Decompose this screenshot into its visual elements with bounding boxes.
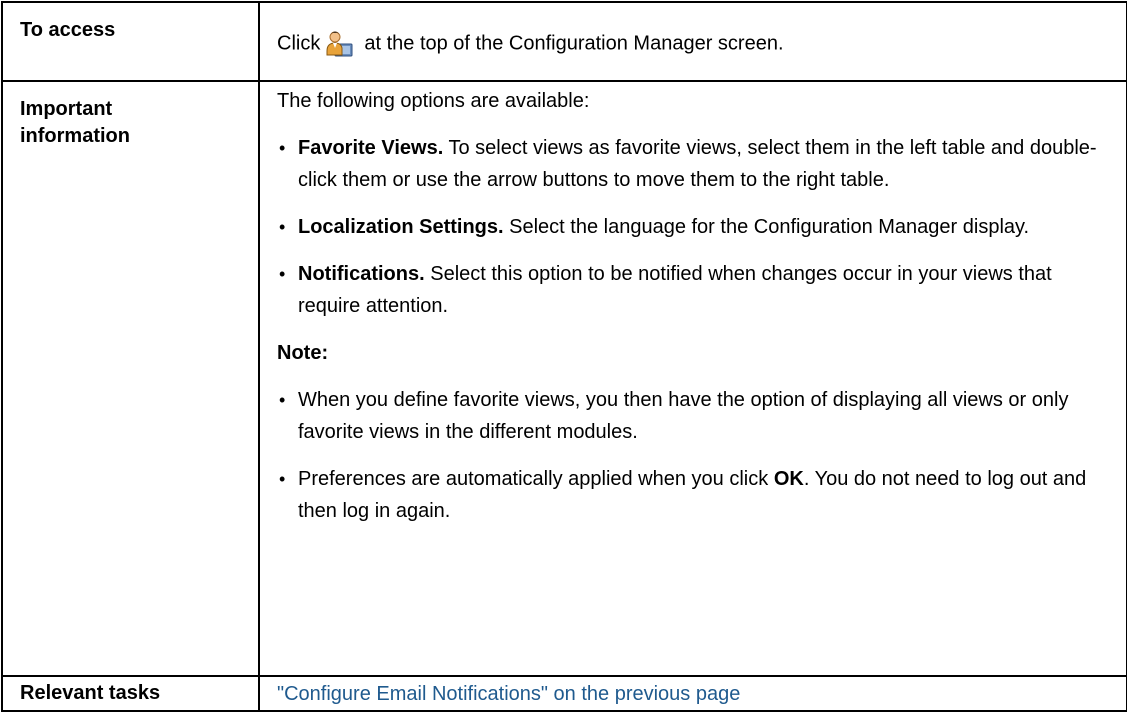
note-text-pre: Preferences are automatically applied wh… <box>298 468 774 490</box>
tasks-content: "Configure Email Notifications" on the p… <box>258 675 1127 712</box>
option-term: Notifications. <box>298 263 425 285</box>
option-favorite-views: Favorite Views. To select views as favor… <box>277 132 1108 196</box>
user-preferences-icon <box>325 29 354 58</box>
label-important-line2: information <box>20 125 130 147</box>
info-table: To access Click at the top of the Config… <box>1 1 1127 712</box>
option-text: Select the language for the Configuratio… <box>503 216 1030 238</box>
configure-email-notifications-link[interactable]: "Configure Email Notifications" on the p… <box>277 683 740 705</box>
note-preferences: Preferences are automatically applied wh… <box>277 463 1108 527</box>
options-intro: The following options are available: <box>277 90 590 112</box>
row-important-information: Important information The following opti… <box>1 80 1127 677</box>
access-after-text: at the top of the Configuration Manager … <box>364 32 784 55</box>
note-favorite-views: When you define favorite views, you then… <box>277 384 1108 448</box>
label-important-information: Important information <box>1 80 260 677</box>
label-important-line1: Important <box>20 98 113 120</box>
option-notifications: Notifications. Select this option to be … <box>277 258 1108 322</box>
row-relevant-tasks: Relevant tasks "Configure Email Notifica… <box>1 675 1127 712</box>
access-click-text: Click <box>277 32 321 55</box>
important-content: The following options are available: Fav… <box>258 80 1127 677</box>
note-ok-bold: OK <box>773 468 804 490</box>
label-relevant-tasks: Relevant tasks <box>1 675 260 712</box>
note-title: Note: <box>277 342 329 364</box>
option-localization-settings: Localization Settings. Select the langua… <box>277 211 1108 243</box>
row-to-access: To access Click at the top of the Config… <box>1 1 1127 82</box>
label-to-access: To access <box>1 1 260 82</box>
access-content: Click at the top of the Configuration Ma… <box>258 1 1127 82</box>
option-term: Localization Settings. <box>298 216 504 238</box>
option-term: Favorite Views. <box>298 137 444 159</box>
note-text: When you define favorite views, you then… <box>298 389 1069 443</box>
notes-list: When you define favorite views, you then… <box>277 384 1108 527</box>
options-list: Favorite Views. To select views as favor… <box>277 132 1108 322</box>
